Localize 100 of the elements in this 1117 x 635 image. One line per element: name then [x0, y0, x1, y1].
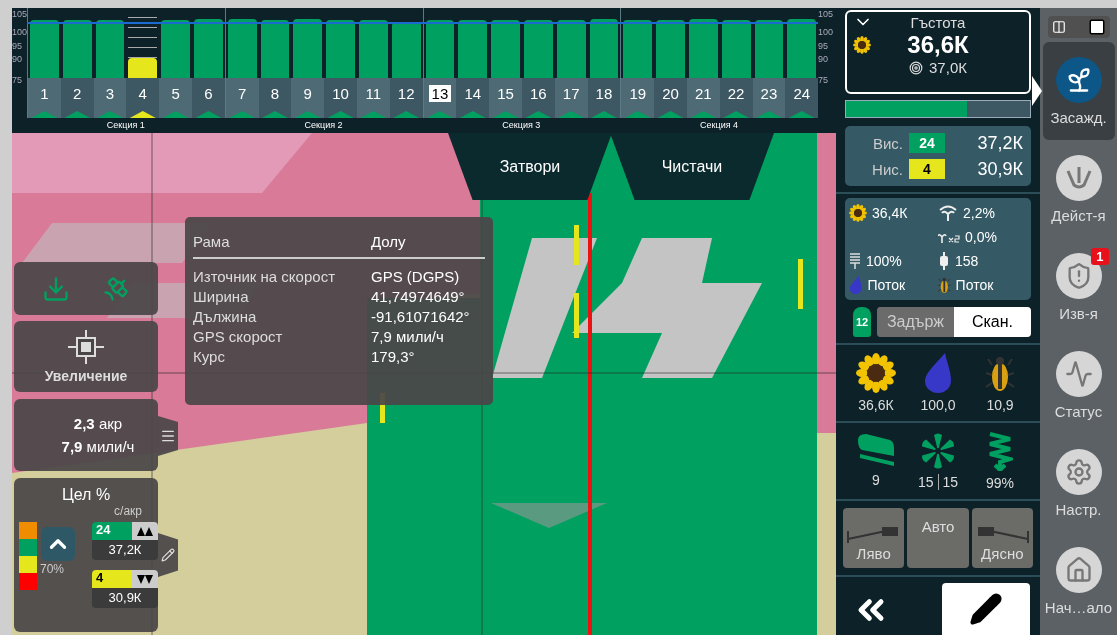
sunflower-icon — [856, 353, 896, 393]
row-marker — [261, 111, 288, 118]
limit-value: 30,9К — [107, 589, 143, 607]
row-marker — [327, 111, 354, 118]
row-marker — [624, 111, 651, 118]
row-number[interactable]: 7 — [235, 85, 250, 102]
info-label: Курс — [193, 348, 226, 365]
scale-label: 95 — [818, 42, 828, 51]
row-number[interactable]: 3 — [102, 85, 118, 102]
nav-item[interactable]: Нач…ало — [1042, 532, 1115, 630]
row-number[interactable]: 19 — [626, 85, 650, 102]
satellite-icon[interactable] — [102, 274, 130, 303]
row-number[interactable]: 8 — [267, 85, 283, 102]
pulse-icon — [1064, 359, 1093, 388]
row-marker — [360, 111, 387, 118]
info-value: GPS (DGPS) — [371, 268, 461, 285]
target-icon — [909, 60, 924, 75]
single-view-icon — [1087, 18, 1106, 36]
stat-value: 100% — [866, 253, 902, 270]
density-title: Гъстота — [910, 14, 966, 31]
nav-item[interactable]: Настр. — [1042, 434, 1115, 532]
row-chip: 4 — [909, 159, 945, 179]
row-marker — [195, 111, 222, 118]
row-marker — [229, 111, 256, 118]
view-toggle[interactable] — [1047, 16, 1110, 38]
row-number[interactable]: 6 — [201, 85, 216, 102]
nav-item[interactable]: Статус — [1042, 336, 1115, 434]
row-number[interactable]: 15 — [494, 85, 517, 102]
info-label: Ширина — [193, 288, 250, 305]
nav-item[interactable]: Дейст-я — [1042, 140, 1115, 238]
high-low-value: 37,2К — [976, 132, 1023, 154]
meter-value: 99% — [986, 475, 1014, 491]
edit-button[interactable] — [942, 583, 1030, 635]
download-icon[interactable] — [42, 274, 70, 303]
row-marker — [162, 111, 189, 118]
row-number[interactable]: 12 — [394, 85, 418, 102]
meter-value: 15 — [942, 474, 959, 490]
row-number[interactable]: 21 — [692, 85, 715, 102]
info-label: Източник на скорост — [193, 268, 336, 285]
row-number[interactable]: 10 — [329, 85, 352, 102]
scroll-up-button[interactable] — [41, 527, 75, 561]
fold-button[interactable]: Авто — [907, 508, 969, 568]
row-number[interactable]: 16 — [527, 85, 550, 102]
zoom-card[interactable]: Увеличение — [14, 321, 158, 392]
row-number[interactable]: 22 — [724, 85, 748, 102]
info-label: GPS скорост — [193, 328, 284, 345]
meter-value: 100,0 — [920, 397, 956, 413]
info-value: 41,74974649° — [371, 288, 466, 305]
target-title: Цел % — [61, 486, 111, 504]
nav-item[interactable]: Изв-я 1 — [1042, 238, 1115, 336]
row-unit-badge: 12 — [853, 307, 871, 337]
home-icon — [1064, 555, 1093, 584]
area-speed-text: 7,9 мили/ч — [61, 438, 135, 455]
row-marker — [755, 111, 782, 118]
spring-icon — [849, 252, 861, 271]
row-number[interactable]: 4 — [135, 85, 150, 102]
unit-label: с/акр — [114, 504, 142, 518]
row-number[interactable]: 18 — [592, 85, 616, 102]
stat-value: Поток — [955, 277, 994, 294]
drop-icon — [849, 276, 863, 295]
pencil-icon — [161, 548, 175, 562]
stat-value: 0,0% — [965, 228, 997, 245]
scale-label: 90 — [818, 55, 828, 64]
scale-label: 105 — [818, 10, 834, 19]
row-marker — [426, 111, 453, 118]
nav-item[interactable]: Засажд. — [1042, 42, 1115, 140]
sunflower-icon — [853, 36, 871, 54]
row-number[interactable]: 5 — [168, 85, 183, 102]
row-marker — [393, 111, 420, 118]
row-marker — [97, 111, 123, 118]
auger-icon — [987, 431, 1013, 471]
legend-label: 70% — [40, 562, 65, 576]
row-number[interactable]: 23 — [757, 85, 781, 102]
row-number[interactable]: 11 — [362, 85, 385, 102]
row-marker — [129, 111, 156, 118]
row-number[interactable]: 17 — [559, 85, 583, 102]
row-marker — [558, 111, 585, 118]
fan-icon — [919, 432, 957, 470]
meter-value: 10,9 — [986, 397, 1014, 413]
row-number[interactable]: 20 — [659, 85, 682, 102]
scale-label: 75 — [818, 76, 828, 85]
mode-toggle-button[interactable]: Скан. — [954, 307, 1031, 337]
menu-icon — [160, 428, 176, 444]
row-number[interactable]: 14 — [461, 85, 485, 102]
meter-value: 15 — [917, 474, 934, 490]
row-number[interactable]: 24 — [790, 85, 814, 102]
info-value: 7,9 мили/ч — [371, 328, 445, 345]
drop-icon — [923, 353, 953, 393]
row-number[interactable]: 2 — [70, 85, 85, 102]
fold-button[interactable]: Дясно — [971, 508, 1033, 568]
stat-value: 158 — [955, 253, 979, 270]
alert-badge: 1 — [1091, 248, 1109, 265]
high-low-value: 30,9К — [976, 158, 1023, 180]
row-chip: 24 — [909, 133, 945, 153]
row-number[interactable]: 9 — [300, 85, 315, 102]
section-label: Секция 4 — [699, 119, 740, 132]
fold-button[interactable]: Ляво — [843, 508, 905, 568]
row-number[interactable]: 13 — [428, 85, 452, 102]
row-number[interactable]: 1 — [37, 85, 52, 102]
density-card[interactable]: Гъстота 36,6К 37,0К — [845, 10, 1031, 94]
